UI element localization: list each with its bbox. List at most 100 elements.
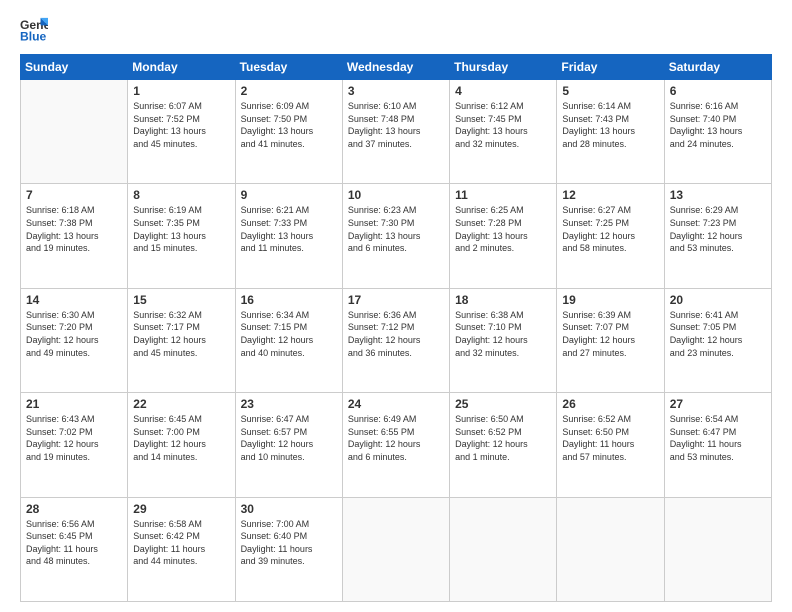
weekday-header: Saturday xyxy=(664,55,771,80)
day-info: Sunrise: 6:38 AM Sunset: 7:10 PM Dayligh… xyxy=(455,309,551,359)
calendar-cell: 16 Sunrise: 6:34 AM Sunset: 7:15 PM Dayli… xyxy=(235,288,342,392)
day-info: Sunrise: 6:47 AM Sunset: 6:57 PM Dayligh… xyxy=(241,413,337,463)
calendar-cell xyxy=(450,497,557,601)
day-number: 26 xyxy=(562,397,658,411)
day-number: 22 xyxy=(133,397,229,411)
calendar-cell xyxy=(21,80,128,184)
calendar-cell: 20 Sunrise: 6:41 AM Sunset: 7:05 PM Dayli… xyxy=(664,288,771,392)
day-number: 6 xyxy=(670,84,766,98)
calendar-cell: 4 Sunrise: 6:12 AM Sunset: 7:45 PM Daylig… xyxy=(450,80,557,184)
day-number: 2 xyxy=(241,84,337,98)
calendar-cell: 1 Sunrise: 6:07 AM Sunset: 7:52 PM Daylig… xyxy=(128,80,235,184)
day-info: Sunrise: 6:07 AM Sunset: 7:52 PM Dayligh… xyxy=(133,100,229,150)
day-info: Sunrise: 6:12 AM Sunset: 7:45 PM Dayligh… xyxy=(455,100,551,150)
day-info: Sunrise: 6:58 AM Sunset: 6:42 PM Dayligh… xyxy=(133,518,229,568)
day-info: Sunrise: 6:32 AM Sunset: 7:17 PM Dayligh… xyxy=(133,309,229,359)
day-info: Sunrise: 6:30 AM Sunset: 7:20 PM Dayligh… xyxy=(26,309,122,359)
day-number: 16 xyxy=(241,293,337,307)
day-info: Sunrise: 6:34 AM Sunset: 7:15 PM Dayligh… xyxy=(241,309,337,359)
day-number: 21 xyxy=(26,397,122,411)
day-number: 1 xyxy=(133,84,229,98)
day-info: Sunrise: 6:41 AM Sunset: 7:05 PM Dayligh… xyxy=(670,309,766,359)
day-number: 3 xyxy=(348,84,444,98)
day-info: Sunrise: 6:36 AM Sunset: 7:12 PM Dayligh… xyxy=(348,309,444,359)
day-info: Sunrise: 6:16 AM Sunset: 7:40 PM Dayligh… xyxy=(670,100,766,150)
day-info: Sunrise: 6:45 AM Sunset: 7:00 PM Dayligh… xyxy=(133,413,229,463)
calendar-cell: 26 Sunrise: 6:52 AM Sunset: 6:50 PM Dayli… xyxy=(557,393,664,497)
weekday-header: Tuesday xyxy=(235,55,342,80)
day-number: 7 xyxy=(26,188,122,202)
day-number: 10 xyxy=(348,188,444,202)
calendar-cell xyxy=(557,497,664,601)
day-info: Sunrise: 6:25 AM Sunset: 7:28 PM Dayligh… xyxy=(455,204,551,254)
day-number: 4 xyxy=(455,84,551,98)
calendar-cell: 9 Sunrise: 6:21 AM Sunset: 7:33 PM Daylig… xyxy=(235,184,342,288)
day-number: 8 xyxy=(133,188,229,202)
calendar-week-row: 21 Sunrise: 6:43 AM Sunset: 7:02 PM Dayli… xyxy=(21,393,772,497)
day-number: 15 xyxy=(133,293,229,307)
calendar-cell: 12 Sunrise: 6:27 AM Sunset: 7:25 PM Dayli… xyxy=(557,184,664,288)
calendar-cell: 22 Sunrise: 6:45 AM Sunset: 7:00 PM Dayli… xyxy=(128,393,235,497)
calendar-week-row: 14 Sunrise: 6:30 AM Sunset: 7:20 PM Dayli… xyxy=(21,288,772,392)
calendar-cell: 25Sunrise: 6:50 AM Sunset: 6:52 PM Dayli… xyxy=(450,393,557,497)
calendar-cell: 29 Sunrise: 6:58 AM Sunset: 6:42 PM Dayli… xyxy=(128,497,235,601)
day-info: Sunrise: 6:14 AM Sunset: 7:43 PM Dayligh… xyxy=(562,100,658,150)
day-info: Sunrise: 6:54 AM Sunset: 6:47 PM Dayligh… xyxy=(670,413,766,463)
calendar-cell: 7 Sunrise: 6:18 AM Sunset: 7:38 PM Daylig… xyxy=(21,184,128,288)
weekday-header: Sunday xyxy=(21,55,128,80)
day-number: 27 xyxy=(670,397,766,411)
day-number: 18 xyxy=(455,293,551,307)
day-info: Sunrise: 6:21 AM Sunset: 7:33 PM Dayligh… xyxy=(241,204,337,254)
day-number: 9 xyxy=(241,188,337,202)
day-number: 23 xyxy=(241,397,337,411)
day-number: 14 xyxy=(26,293,122,307)
day-number: 20 xyxy=(670,293,766,307)
calendar-cell xyxy=(342,497,449,601)
calendar-cell: 24Sunrise: 6:49 AM Sunset: 6:55 PM Dayli… xyxy=(342,393,449,497)
day-number: 28 xyxy=(26,502,122,516)
calendar-cell: 19 Sunrise: 6:39 AM Sunset: 7:07 PM Dayli… xyxy=(557,288,664,392)
day-info: Sunrise: 6:27 AM Sunset: 7:25 PM Dayligh… xyxy=(562,204,658,254)
day-number: 17 xyxy=(348,293,444,307)
day-info: Sunrise: 6:18 AM Sunset: 7:38 PM Dayligh… xyxy=(26,204,122,254)
day-number: 29 xyxy=(133,502,229,516)
calendar-cell: 23 Sunrise: 6:47 AM Sunset: 6:57 PM Dayli… xyxy=(235,393,342,497)
weekday-header: Thursday xyxy=(450,55,557,80)
day-number: 12 xyxy=(562,188,658,202)
day-info: Sunrise: 6:23 AM Sunset: 7:30 PM Dayligh… xyxy=(348,204,444,254)
day-number: 24 xyxy=(348,397,444,411)
svg-text:Blue: Blue xyxy=(20,29,47,43)
page-header: General Blue xyxy=(20,16,772,44)
calendar-week-row: 7 Sunrise: 6:18 AM Sunset: 7:38 PM Daylig… xyxy=(21,184,772,288)
weekday-header: Wednesday xyxy=(342,55,449,80)
day-info: Sunrise: 6:10 AM Sunset: 7:48 PM Dayligh… xyxy=(348,100,444,150)
calendar-header-row: SundayMondayTuesdayWednesdayThursdayFrid… xyxy=(21,55,772,80)
day-number: 5 xyxy=(562,84,658,98)
day-number: 11 xyxy=(455,188,551,202)
day-info: Sunrise: 6:29 AM Sunset: 7:23 PM Dayligh… xyxy=(670,204,766,254)
day-info: Sunrise: 6:39 AM Sunset: 7:07 PM Dayligh… xyxy=(562,309,658,359)
day-info: Sunrise: 7:00 AM Sunset: 6:40 PM Dayligh… xyxy=(241,518,337,568)
day-info: Sunrise: 6:52 AM Sunset: 6:50 PM Dayligh… xyxy=(562,413,658,463)
weekday-header: Friday xyxy=(557,55,664,80)
day-info: Sunrise: 6:09 AM Sunset: 7:50 PM Dayligh… xyxy=(241,100,337,150)
calendar-cell: 11 Sunrise: 6:25 AM Sunset: 7:28 PM Dayli… xyxy=(450,184,557,288)
calendar-cell: 3 Sunrise: 6:10 AM Sunset: 7:48 PM Daylig… xyxy=(342,80,449,184)
day-info: Sunrise: 6:56 AM Sunset: 6:45 PM Dayligh… xyxy=(26,518,122,568)
calendar-cell: 30Sunrise: 7:00 AM Sunset: 6:40 PM Dayli… xyxy=(235,497,342,601)
calendar-cell: 14 Sunrise: 6:30 AM Sunset: 7:20 PM Dayli… xyxy=(21,288,128,392)
day-info: Sunrise: 6:19 AM Sunset: 7:35 PM Dayligh… xyxy=(133,204,229,254)
calendar-table: SundayMondayTuesdayWednesdayThursdayFrid… xyxy=(20,54,772,602)
calendar-cell: 6 Sunrise: 6:16 AM Sunset: 7:40 PM Daylig… xyxy=(664,80,771,184)
day-number: 19 xyxy=(562,293,658,307)
calendar-cell: 8 Sunrise: 6:19 AM Sunset: 7:35 PM Daylig… xyxy=(128,184,235,288)
calendar-cell xyxy=(664,497,771,601)
day-number: 13 xyxy=(670,188,766,202)
day-info: Sunrise: 6:43 AM Sunset: 7:02 PM Dayligh… xyxy=(26,413,122,463)
calendar-week-row: 28 Sunrise: 6:56 AM Sunset: 6:45 PM Dayli… xyxy=(21,497,772,601)
logo-icon: General Blue xyxy=(20,16,48,44)
calendar-cell: 28 Sunrise: 6:56 AM Sunset: 6:45 PM Dayli… xyxy=(21,497,128,601)
day-info: Sunrise: 6:50 AM Sunset: 6:52 PM Dayligh… xyxy=(455,413,551,463)
calendar-cell: 2 Sunrise: 6:09 AM Sunset: 7:50 PM Daylig… xyxy=(235,80,342,184)
calendar-cell: 10 Sunrise: 6:23 AM Sunset: 7:30 PM Dayli… xyxy=(342,184,449,288)
